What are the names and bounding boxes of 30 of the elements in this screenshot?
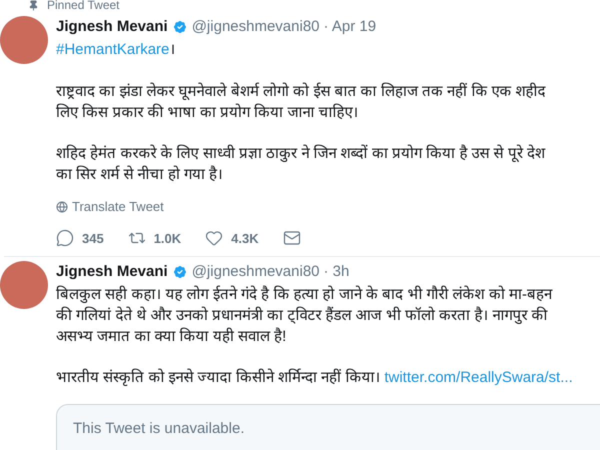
action-count: 345 — [82, 230, 104, 248]
tweet-link[interactable]: twitter.com/ReallySwara/st... — [384, 366, 573, 388]
globe-icon — [56, 200, 68, 213]
author-handle[interactable]: @jigneshmevani80 — [192, 261, 320, 284]
tweet-text-line: राष्ट्रवाद का झंडा लेकर घूमनेवाले बेशर्म लोगो को ईस बात का लिहाज तक नहीं कि एक शहीद — [56, 82, 546, 102]
avatar-placeholder[interactable] — [0, 261, 48, 309]
action-count: 1.0K — [154, 230, 182, 248]
reply-icon[interactable] — [56, 229, 74, 248]
pin-icon — [28, 0, 39, 10]
mail-icon[interactable] — [282, 229, 301, 248]
hashtag-link[interactable]: #HemantKarkare — [56, 38, 170, 61]
tweet-text-line: भारतीय संस्कृति को इनसे ज्यादा किसीने शर्मिन्दा नहीं किया। — [56, 368, 380, 388]
tweet-text-line: बिलकुल सही कहा। यह लोग ईतने गंदे है कि हत्या हो जाने के बाद भी गौरी लंकेश को मा-बहन — [56, 284, 552, 304]
author-name[interactable]: Jignesh Mevani — [56, 16, 168, 38]
pinned-label: Pinned Tweet — [47, 0, 120, 14]
author-handle[interactable]: @jigneshmevani80 — [192, 16, 320, 38]
tweet-time[interactable]: · 3h — [324, 261, 350, 284]
tweet-text-line: लिए किस प्रकार की भाषा का प्रयोग किया जाना चाहिए। — [56, 102, 359, 123]
heart-icon[interactable] — [205, 229, 224, 248]
tweet-text-line: असभ्य जमात का क्या किया यही सवाल है! — [56, 326, 286, 346]
translate-link[interactable]: Translate Tweet — [72, 197, 164, 216]
author-name[interactable]: Jignesh Mevani — [56, 261, 168, 284]
tweet-time[interactable]: · Apr 19 — [324, 16, 376, 38]
unavailable-message: This Tweet is unavailable. — [73, 420, 244, 436]
avatar-placeholder[interactable] — [0, 16, 48, 64]
action-count: 4.3K — [231, 230, 259, 248]
tweet-text-line: का सिर शर्म से नीचा हो गया है। — [56, 164, 224, 185]
hashtag-suffix: । — [169, 40, 176, 60]
tweet-text-line: की गलियां देते थे और उनको प्रधानमंत्री का ट्विटर हैंडल आज भी फॉलो करता है। नागपुर की — [56, 306, 548, 326]
tweet-text-line: शहिद हेमंत करकरे के लिए साध्वी प्रज्ञा ठाकुर ने जिन शब्दों का प्रयोग किया है उस से पूरे देश — [56, 144, 546, 164]
